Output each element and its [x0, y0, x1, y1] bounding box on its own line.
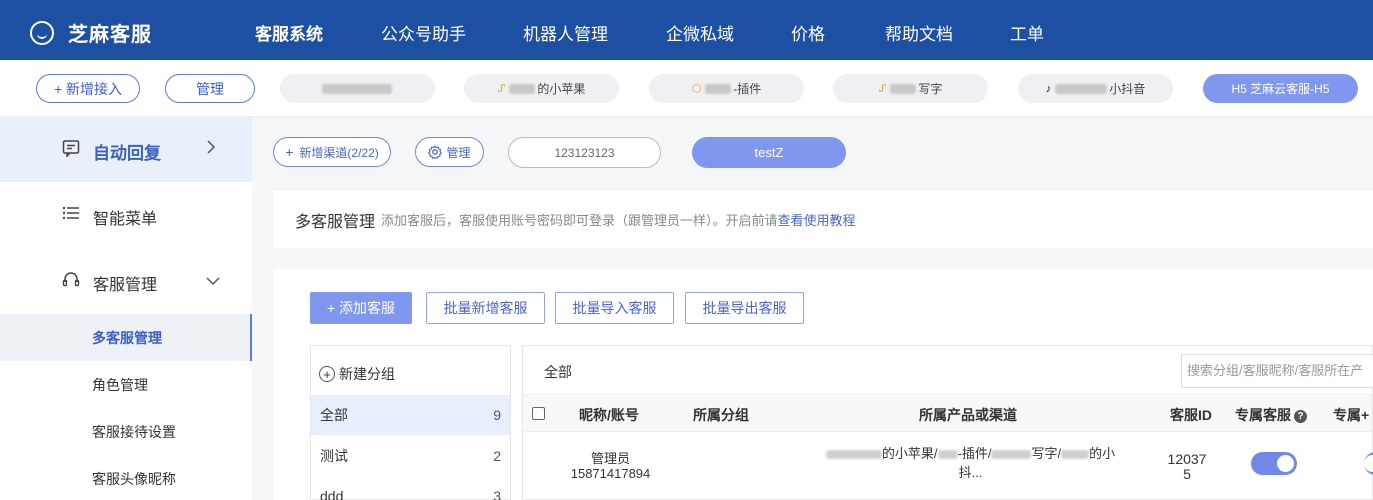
channel-tab-2[interactable]: ᔑ 的小苹果 [464, 74, 619, 103]
sidebar-item-smart-menu[interactable]: 智能菜单 [0, 189, 252, 239]
mini-program-icon: ᔑ [497, 83, 506, 95]
channel-tab-5[interactable]: ♪ 小抖音 [1018, 74, 1173, 103]
add-cs-button[interactable]: + 添加客服 [310, 292, 412, 324]
sidebar-item-cs-manage[interactable]: 客服管理 [0, 255, 252, 305]
nav-help-docs[interactable]: 帮助文档 [885, 20, 953, 45]
tiktok-icon: ♪ [1045, 82, 1052, 95]
nav-ticket[interactable]: 工单 [1010, 20, 1044, 45]
column-header: 昵称/账号 [579, 407, 639, 423]
nav-wecom[interactable]: 企微私域 [666, 20, 734, 45]
plus-icon: + [285, 144, 294, 160]
exclusive-plus-toggle[interactable] [1364, 452, 1373, 475]
channel-tab-4[interactable]: ᔑ 写字 [833, 74, 988, 103]
sidebar-item-label: 角色管理 [92, 376, 148, 393]
headset-icon [62, 271, 80, 294]
sidebar-item-label: 智能菜单 [93, 211, 158, 228]
redacted-text [937, 450, 958, 460]
logo-icon [30, 20, 54, 45]
column-header: 客服ID [1170, 407, 1212, 423]
column-header: 所属产品或渠道 [919, 407, 1017, 423]
help-icon[interactable]: ? [1294, 410, 1307, 423]
circle-plus-icon: + [319, 366, 335, 382]
manage-sub-channel-button[interactable]: 管理 [415, 137, 484, 167]
sidebar-item-auto-reply[interactable]: 自动回复 [0, 117, 252, 182]
mini-program-icon: ᔑ [878, 83, 887, 95]
nickname-account: 管理员 15871417894 [570, 451, 651, 481]
sidebar: 自动回复 智能菜单 客服管理 多客服管理 角色管理 客服接待设置 客服头像昵称 [0, 117, 252, 500]
message-icon [62, 139, 80, 162]
sidebar-subitem-multi-cs[interactable]: 多客服管理 [0, 314, 252, 361]
group-panel: + 新建分组 全部 9 测试 2 ddd 3 [310, 345, 511, 500]
channel-tab-h5[interactable]: H5 芝麻云客服-H5 [1203, 74, 1358, 103]
batch-add-cs-button[interactable]: 批量新增客服 [426, 292, 545, 324]
group-item[interactable]: 测试 2 [311, 436, 510, 476]
nav-robot-manage[interactable]: 机器人管理 [523, 20, 608, 45]
chevron-down-icon [206, 273, 220, 289]
sidebar-item-label: 客服头像昵称 [92, 470, 176, 487]
sub-channel-tab-active[interactable]: testZ [692, 137, 846, 168]
sidebar-subitem-role[interactable]: 角色管理 [0, 361, 252, 408]
column-header: 专属+ [1333, 407, 1370, 423]
redacted-text [509, 83, 536, 94]
page-title: 多客服管理 [295, 213, 376, 231]
batch-import-cs-button[interactable]: 批量导入客服 [555, 292, 674, 324]
top-nav-bar: 芝麻客服 客服系统 公众号助手 机器人管理 企微私域 价格 帮助文档 工单 [0, 0, 1373, 65]
chevron-right-icon [206, 140, 216, 157]
channel-tab-3[interactable]: ⬡ -插件 [649, 74, 804, 103]
logo-text: 芝麻客服 [68, 24, 152, 46]
sidebar-subitem-reception[interactable]: 客服接待设置 [0, 408, 252, 455]
add-sub-channel-button[interactable]: + 新增渠道(2/22) [273, 137, 391, 167]
group-item[interactable]: ddd 3 [311, 476, 510, 500]
new-group-button[interactable]: + 新建分组 [319, 364, 395, 384]
select-all-checkbox[interactable] [532, 407, 545, 420]
plugin-box-icon: ⬡ [691, 83, 702, 95]
cs-id: 12037 5 [1167, 451, 1207, 482]
sidebar-item-label: 客服接待设置 [92, 423, 176, 440]
column-header: 所属分组 [693, 407, 749, 423]
description-text: 添加客服后，客服使用账号密码即可登录（跟管理员一样）。开启前请 [381, 213, 778, 228]
table-header: 昵称/账号 所属分组 所属产品或渠道 客服ID 专属客服? 专属+ [523, 394, 1372, 432]
sidebar-item-label: 多客服管理 [92, 329, 162, 346]
redacted-text [825, 450, 882, 460]
cs-table-panel: 全部 搜索分组/客服昵称/客服所在产 昵称/账号 所属分组 所属产品或渠道 客服… [522, 345, 1373, 500]
add-channel-button[interactable]: + 新增接入 [36, 74, 140, 103]
gear-icon [428, 145, 443, 159]
column-header: 专属客服? [1235, 405, 1307, 425]
redacted-text [991, 450, 1032, 460]
sidebar-item-label: 自动回复 [93, 144, 161, 163]
logo[interactable]: 芝麻客服 [30, 18, 152, 47]
channel-list: 的小苹果/-插件/写字/的小 抖... [788, 446, 1153, 480]
group-item[interactable]: 全部 9 [311, 395, 510, 435]
sidebar-subitem-avatar[interactable]: 客服头像昵称 [0, 455, 252, 500]
nav-price[interactable]: 价格 [791, 20, 825, 45]
redacted-text [890, 83, 917, 94]
redacted-text [705, 83, 732, 94]
sidebar-item-label: 客服管理 [93, 277, 158, 294]
batch-export-cs-button[interactable]: 批量导出客服 [685, 292, 804, 324]
exclusive-cs-toggle[interactable] [1251, 452, 1297, 475]
redacted-text [1055, 83, 1108, 94]
redacted-text [321, 83, 392, 94]
sub-channel-input[interactable]: 123123123 [508, 137, 661, 168]
tutorial-link[interactable]: 查看使用教程 [778, 210, 856, 229]
channel-bar: + 新增接入 管理 ᔑ 的小苹果 ⬡ -插件 ᔑ 写字 ♪ 小抖音 H5 芝麻云… [0, 60, 1373, 117]
nav-cs-system[interactable]: 客服系统 [255, 20, 323, 65]
list-icon [62, 205, 80, 226]
redacted-text [1061, 450, 1090, 460]
description-card: 多客服管理 添加客服后，客服使用账号密码即可登录（跟管理员一样）。开启前请 查看… [273, 191, 1373, 248]
tab-all[interactable]: 全部 [544, 362, 572, 382]
nav-official-account[interactable]: 公众号助手 [381, 20, 466, 45]
search-input[interactable]: 搜索分组/客服昵称/客服所在产 [1181, 354, 1373, 388]
manage-channel-button[interactable]: 管理 [165, 74, 255, 103]
channel-tab-1[interactable] [280, 74, 435, 103]
